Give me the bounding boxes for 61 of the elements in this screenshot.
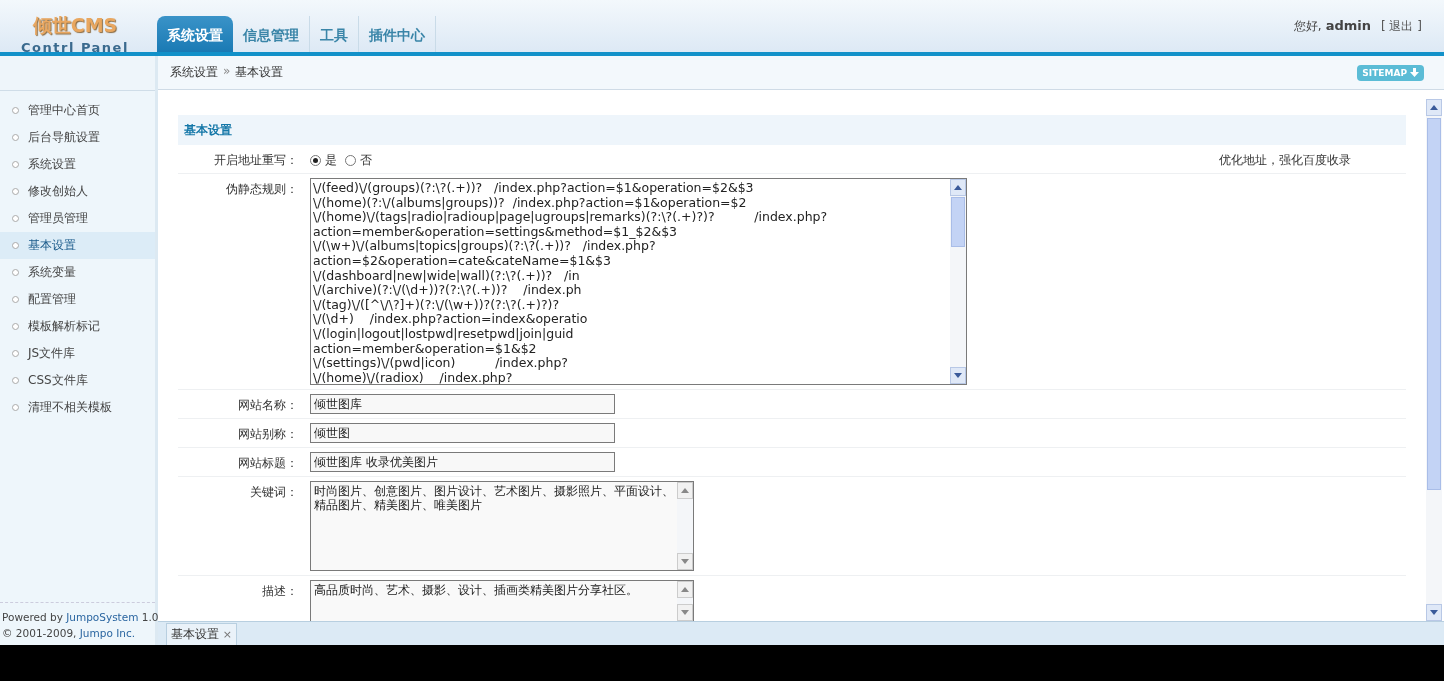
textarea-field[interactable]: 高品质时尚、艺术、摄影、设计、插画类精美图片分享社区。 [310,580,694,621]
copyright-text: © 2001-2009, [2,627,77,639]
rewrite-rules-textarea[interactable]: \/(feed)\/(groups)(?:\?(.+))? /index.php?action=$1&operation=$2&$3 \/(home)(?:\/(albums|groups))? /index.php?action=$1&operation=$2 \/(home)\/(tags|radio|radioup|page|ugroups|remarks)(?:\?(.+)?)? /index.php? action=member&operation=settings&method=$1_$2&$3 \/(\w+)\/(albums|topics|groups)(?:\?(.+))? /index.php? action=$2&operation=cate&cateName=$1&$3 \/(dashboard|new|wide|wall)(?:\?(.+))? /in \/(archive)(?:\/(\d+))?(?:\?(.+))? /index.ph \/(tag)\/([^\/\?]+)(?:\/(\w+))?(?:\?(.+)?)? \/(\d+) /index.php?action=index&operatio \/(login|logout|lostpwd|resetpwd|join|guid action=member&operation=$1&$2 \/(settings)\/(pwd|icon) /index.php? \/(home)\/(radiox) /index.php? [310,178,967,385]
logout-link[interactable]: [ 退出 ] [1381,18,1422,35]
system-link[interactable]: JumpoSystem [66,611,139,623]
field-label: 网站名称： [237,397,298,414]
nav-tab[interactable]: 工具 [310,16,359,52]
username-text: admin [1325,18,1371,33]
bottom-tab[interactable]: 基本设置 [171,627,219,641]
logo-title: 倾世CMS [32,14,118,36]
sidebar-item[interactable]: 修改创始人 [0,178,155,205]
company-link[interactable]: Jumpo Inc. [79,627,136,639]
breadcrumb-link[interactable]: 系统设置 [170,64,218,81]
sidebar-item[interactable]: 后台导航设置 [0,124,155,151]
nav-tab[interactable]: 插件中心 [359,16,436,52]
breadcrumb-current: 基本设置 [235,64,284,81]
powered-by-text: Powered by [2,611,63,623]
down-arrow-icon [1410,68,1419,77]
section-header: 基本设置 [178,115,1406,145]
sidebar-item[interactable]: 清理不相关模板 [0,394,155,421]
field-label: 描述： [261,583,298,600]
nav-tab[interactable]: 信息管理 [233,16,310,52]
field-label: 伪静态规则： [225,181,298,198]
sidebar-item[interactable]: 配置管理 [0,286,155,313]
scrollbar[interactable] [950,179,966,384]
nav-tab[interactable]: 系统设置 [157,16,233,52]
sidebar-item[interactable]: 管理员管理 [0,205,155,232]
input-field[interactable]: 倾世图库 [310,394,615,414]
field-label: 开启地址重写： [213,152,298,169]
greeting-text: 您好, [1293,18,1322,35]
page-scrollbar[interactable] [1426,99,1442,621]
scroll-thumb[interactable] [951,197,965,247]
input-field[interactable]: 倾世图库 收录优美图片 [310,452,615,472]
sidebar-item[interactable]: 系统变量 [0,259,155,286]
scroll-up-icon[interactable] [681,488,689,493]
sidebar-item[interactable]: CSS文件库 [0,367,155,394]
hint-text: 优化地址，强化百度收录 [1219,152,1351,169]
sidebar-item[interactable]: 管理中心首页 [0,97,155,124]
breadcrumb-separator: » [223,64,231,80]
scroll-up-icon[interactable] [1430,105,1438,110]
sidebar-item[interactable]: JS文件库 [0,340,155,367]
scroll-down-icon[interactable] [954,373,962,378]
radio-option[interactable]: 是 [310,149,337,169]
scroll-down-icon[interactable] [681,559,689,564]
close-icon[interactable]: × [222,628,233,641]
sidebar-item[interactable]: 系统设置 [0,151,155,178]
sidebar-item[interactable]: 基本设置 [0,232,155,259]
scroll-down-icon[interactable] [1430,610,1438,615]
field-label: 网站别称： [237,426,298,443]
textarea-field[interactable]: 时尚图片、创意图片、图片设计、艺术图片、摄影照片、平面设计、精品图片、精美图片、唯美图片 [310,481,694,571]
scroll-up-icon[interactable] [954,185,962,190]
scroll-down-icon[interactable] [681,610,689,615]
input-field[interactable]: 倾世图 [310,423,615,443]
field-label: 关键词： [249,484,298,501]
logo-subtitle: Contrl Panel [21,40,129,55]
sidebar-item[interactable]: 模板解析标记 [0,313,155,340]
scroll-thumb[interactable] [1427,118,1441,490]
field-label: 网站标题： [237,455,298,472]
scroll-up-icon[interactable] [681,587,689,592]
radio-option[interactable]: 否 [345,149,372,169]
version-text: 1.0 [141,611,159,623]
